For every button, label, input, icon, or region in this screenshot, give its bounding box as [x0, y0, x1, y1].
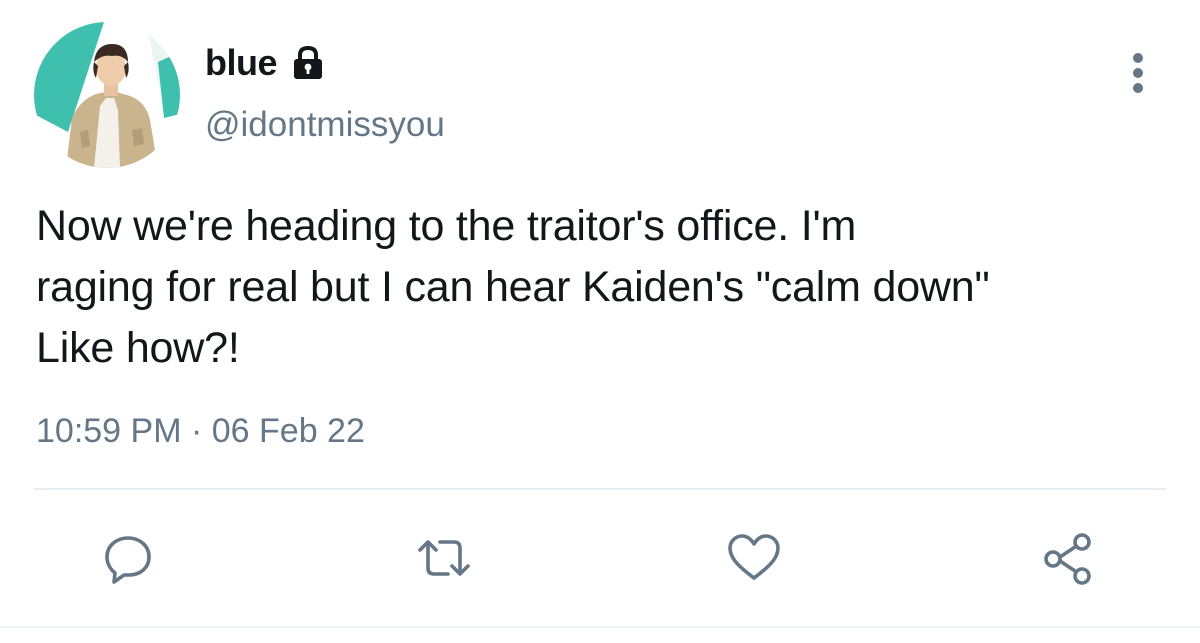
divider — [34, 488, 1166, 490]
bottom-divider — [0, 626, 1200, 628]
tweet-card: blue @idontmissyou Now we're heading to … — [0, 0, 1200, 643]
reply-icon — [105, 536, 151, 584]
retweet-button[interactable] — [414, 528, 474, 588]
tweet-text: Now we're heading to the traitor's offic… — [36, 202, 990, 372]
reply-button[interactable] — [98, 528, 158, 588]
share-icon — [1044, 533, 1091, 585]
avatar[interactable] — [34, 22, 180, 168]
user-handle[interactable]: @idontmissyou — [205, 105, 445, 145]
tweet-date: 06 Feb 22 — [211, 412, 365, 450]
display-name-row: blue — [205, 38, 325, 88]
lock-icon — [291, 46, 325, 80]
retweet-icon — [418, 540, 470, 576]
like-icon — [728, 534, 780, 580]
avatar-image — [34, 22, 180, 168]
like-button[interactable] — [724, 528, 784, 588]
display-name[interactable]: blue — [205, 42, 278, 84]
more-vertical-icon — [1133, 53, 1143, 93]
tweet-time: 10:59 PM — [36, 412, 182, 450]
share-button[interactable] — [1038, 528, 1098, 588]
meta-separator: · — [181, 412, 212, 450]
tweet-timestamp: 10:59 PM · 06 Feb 22 — [36, 412, 365, 451]
more-options-button[interactable] — [1118, 48, 1158, 98]
